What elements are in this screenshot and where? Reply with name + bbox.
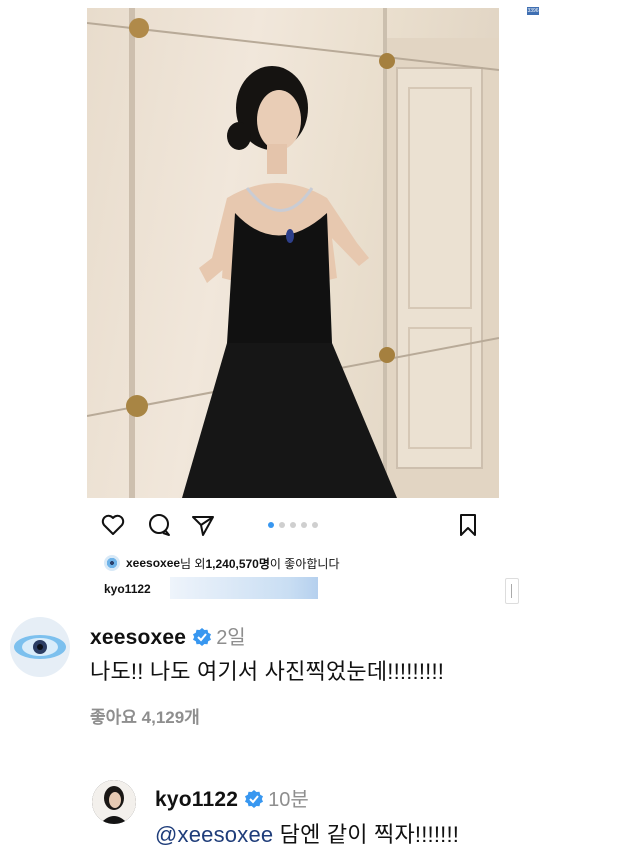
avatar[interactable] xyxy=(92,780,136,824)
comment-header: xeesoxee 2일 xyxy=(90,621,246,650)
carousel-dot xyxy=(301,522,307,528)
scroll-indicator[interactable] xyxy=(505,578,519,604)
likes-summary[interactable]: xeesoxee 님 외 1,240,570명 이 좋아합니다 xyxy=(104,554,339,572)
post-action-bar xyxy=(100,512,485,538)
reply-username[interactable]: kyo1122 xyxy=(155,788,238,811)
comment-time: 2일 xyxy=(216,627,246,649)
caption: kyo1122 xyxy=(104,580,151,598)
reply-text: @xeesoxee 담엔 같이 찍자!!!!!!! xyxy=(155,817,459,849)
comment-likes[interactable]: 좋아요 4,129개 xyxy=(90,703,200,728)
verified-badge-icon xyxy=(192,627,212,647)
post-photo[interactable] xyxy=(87,8,499,498)
eye-makeup-avatar-icon xyxy=(10,617,70,677)
verified-badge-icon xyxy=(244,789,264,809)
comment-icon[interactable] xyxy=(146,512,172,538)
comment-text: 나도!! 나도 여기서 사진찍었눈데!!!!!!!!! xyxy=(90,659,445,684)
caption-username[interactable]: kyo1122 xyxy=(104,582,151,596)
liked-tail: 이 좋아합니다 xyxy=(269,556,340,571)
comment-username[interactable]: xeesoxee xyxy=(90,626,186,649)
liked-suffix: 님 외 xyxy=(180,556,206,571)
avatar[interactable] xyxy=(10,617,70,677)
reply-body: 담엔 같이 찍자!!!!!!! xyxy=(273,822,460,847)
woman-in-black-dress-photo xyxy=(87,8,499,498)
like-count[interactable]: 1,240,570명 xyxy=(205,555,269,572)
corner-badge: 3396 xyxy=(527,7,539,15)
carousel-dot xyxy=(268,522,274,528)
profile-avatar-icon xyxy=(92,780,136,824)
reply-time: 10분 xyxy=(268,789,309,811)
avatar xyxy=(104,555,120,571)
carousel-dot xyxy=(290,522,296,528)
reply-mention[interactable]: @xeesoxee xyxy=(155,822,273,847)
liked-by-username[interactable]: xeesoxee xyxy=(126,556,180,570)
blurred-caption xyxy=(170,577,318,599)
carousel-indicator xyxy=(268,522,318,528)
bookmark-icon[interactable] xyxy=(455,512,481,538)
carousel-dot xyxy=(312,522,318,528)
share-icon[interactable] xyxy=(190,512,216,538)
heart-icon[interactable] xyxy=(100,512,126,538)
reply-header: kyo1122 10분 xyxy=(155,783,309,812)
carousel-dot xyxy=(279,522,285,528)
